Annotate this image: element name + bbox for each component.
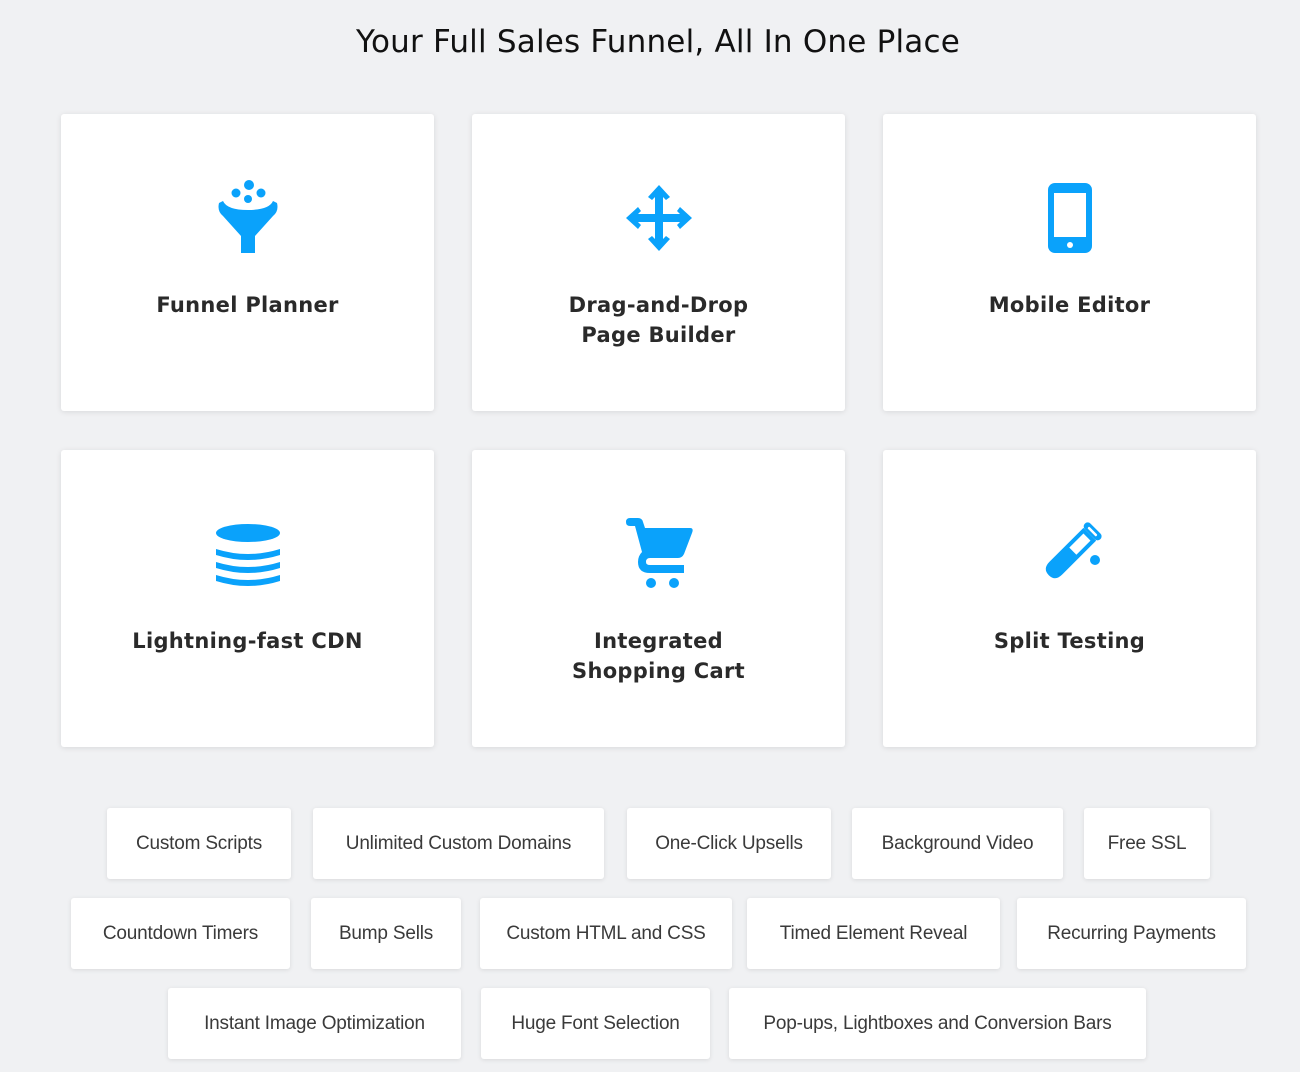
feature-label: Funnel Planner [156, 293, 339, 317]
feature-label: Lightning-fast CDN [132, 629, 363, 653]
tag-free-ssl[interactable]: Free SSL [1084, 808, 1210, 879]
test-tube-icon [1030, 514, 1110, 594]
tag-recurring-payments[interactable]: Recurring Payments [1017, 898, 1246, 969]
move-arrows-icon [619, 178, 699, 258]
tag-popups-lightboxes-conversion-bars[interactable]: Pop-ups, Lightboxes and Conversion Bars [729, 988, 1146, 1059]
feature-card-cdn[interactable]: Lightning-fast CDN [61, 450, 434, 747]
feature-card-funnel-planner[interactable]: Funnel Planner [61, 114, 434, 411]
shopping-cart-icon [619, 514, 699, 594]
tag-unlimited-custom-domains[interactable]: Unlimited Custom Domains [313, 808, 604, 879]
tag-timed-element-reveal[interactable]: Timed Element Reveal [747, 898, 1000, 969]
feature-card-page-builder[interactable]: Drag-and-Drop Page Builder [472, 114, 845, 411]
tag-one-click-upsells[interactable]: One-Click Upsells [627, 808, 831, 879]
tag-countdown-timers[interactable]: Countdown Timers [71, 898, 290, 969]
feature-label: Split Testing [993, 629, 1146, 653]
tag-bump-sells[interactable]: Bump Sells [311, 898, 461, 969]
feature-card-shopping-cart[interactable]: Integrated Shopping Cart [472, 450, 845, 747]
mobile-phone-icon [1030, 178, 1110, 258]
tag-custom-scripts[interactable]: Custom Scripts [107, 808, 291, 879]
tag-custom-html-css[interactable]: Custom HTML and CSS [480, 898, 732, 969]
database-icon [208, 514, 288, 594]
feature-label: Drag-and-Drop Page Builder [568, 293, 749, 347]
tag-instant-image-optimization[interactable]: Instant Image Optimization [168, 988, 461, 1059]
tag-huge-font-selection[interactable]: Huge Font Selection [481, 988, 710, 1059]
feature-card-mobile-editor[interactable]: Mobile Editor [883, 114, 1256, 411]
funnel-icon [208, 178, 288, 258]
tag-background-video[interactable]: Background Video [852, 808, 1063, 879]
page-title: Your Full Sales Funnel, All In One Place [355, 24, 961, 60]
feature-card-split-testing[interactable]: Split Testing [883, 450, 1256, 747]
feature-label: Integrated Shopping Cart [572, 629, 745, 683]
feature-label: Mobile Editor [988, 293, 1151, 317]
